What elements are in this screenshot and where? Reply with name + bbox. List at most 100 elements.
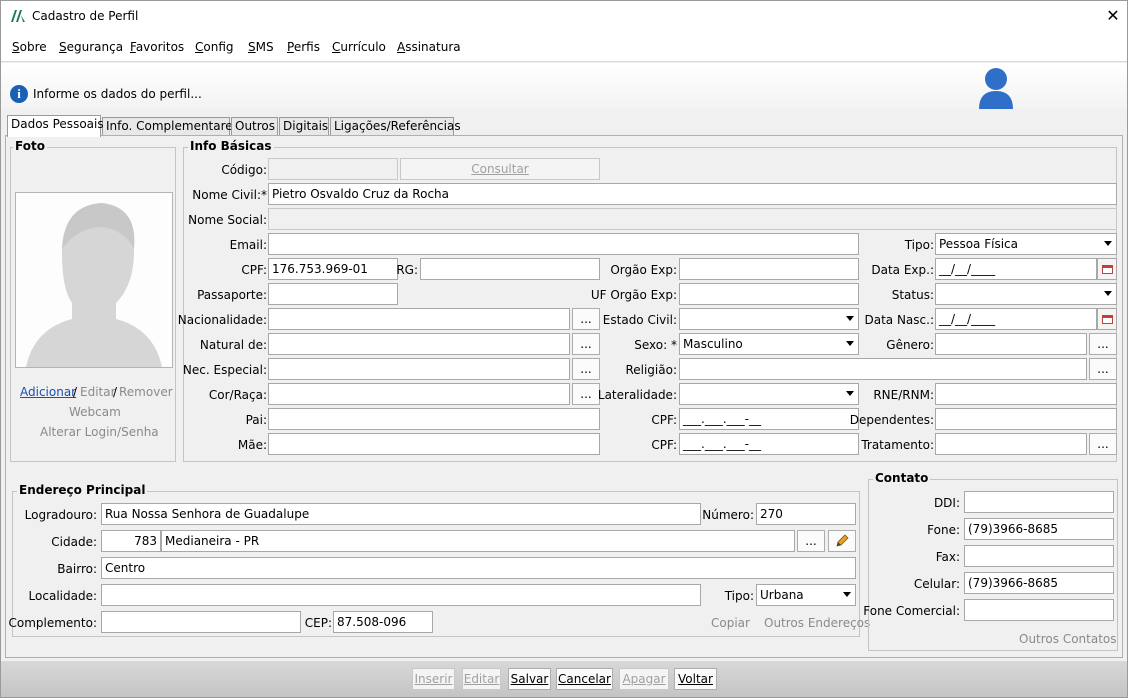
logradouro-input[interactable]: Rua Nossa Senhora de Guadalupe	[101, 503, 701, 525]
cancelar-button[interactable]: Cancelar	[556, 668, 613, 690]
nec-especial-label: Nec. Especial:	[182, 363, 267, 377]
data-exp-label: Data Exp.:	[871, 263, 934, 277]
tab-info-complementares[interactable]: Info. Complementares	[102, 117, 239, 136]
menu-sms[interactable]: SMS	[248, 40, 274, 54]
dependentes-input[interactable]	[935, 408, 1117, 430]
natural-input[interactable]	[268, 333, 570, 355]
genero-input[interactable]	[935, 333, 1087, 355]
cor-raca-label: Cor/Raça:	[208, 388, 267, 402]
editar-button[interactable]: Editar	[462, 668, 501, 690]
mae-input[interactable]	[268, 433, 600, 455]
salvar-label: Salvar	[510, 672, 549, 686]
webcam-link[interactable]: Webcam	[69, 405, 121, 419]
cep-input[interactable]: 87.508-096	[333, 611, 433, 633]
cidade-code-input[interactable]: 783	[101, 530, 161, 552]
endereco-group: Endereço Principal Logradouro: Rua Nossa…	[8, 483, 870, 637]
remover-foto-link[interactable]: Remover	[119, 385, 173, 399]
copiar-link[interactable]: Copiar	[711, 616, 750, 630]
alterar-login-link[interactable]: Alterar Login/Senha	[40, 425, 159, 439]
outros-enderecos-link[interactable]: Outros Endereços	[764, 616, 870, 630]
fone-label: Fone:	[927, 523, 960, 537]
tipo-endereco-select[interactable]: Urbana	[756, 584, 856, 606]
cidade-input[interactable]: Medianeira - PR	[161, 530, 795, 552]
orgao-exp-input[interactable]	[679, 258, 859, 280]
nome-social-input[interactable]	[268, 208, 1117, 230]
nacionalidade-input[interactable]	[268, 308, 570, 330]
genero-lookup-button[interactable]: ...	[1089, 333, 1117, 355]
salvar-button[interactable]: Salvar	[508, 668, 551, 690]
pai-input[interactable]	[268, 408, 600, 430]
cpf-label: CPF:	[241, 263, 267, 277]
natural-lookup-button[interactable]: ...	[572, 333, 600, 355]
cpf-pai-input[interactable]: ___.___.___-__	[679, 408, 859, 430]
estado-civil-select[interactable]	[679, 308, 859, 330]
menu-config[interactable]: Config	[195, 40, 234, 54]
menu-sobre[interactable]: Sobre	[12, 40, 47, 54]
close-icon[interactable]: ✕	[1101, 5, 1125, 27]
cpf-input[interactable]: 176.753.969-01	[268, 258, 398, 280]
rg-label: RG:	[396, 263, 418, 277]
pencil-edit-icon[interactable]	[828, 530, 856, 552]
tratamento-input[interactable]	[935, 433, 1087, 455]
religiao-lookup-button[interactable]: ...	[1089, 358, 1117, 380]
editar-label: Editar	[463, 672, 500, 686]
tipo-pessoa-select[interactable]: Pessoa Física	[935, 233, 1117, 255]
calendar-icon[interactable]	[1097, 258, 1117, 280]
data-nasc-label: Data Nasc.:	[864, 313, 934, 327]
nec-especial-lookup-button[interactable]: ...	[572, 358, 600, 380]
sexo-label: Sexo: *	[634, 338, 677, 352]
data-nasc-input[interactable]: __/__/____	[935, 308, 1097, 330]
menu-bar: Sobre Segurança Favoritos Config SMS Per…	[1, 32, 1127, 62]
cor-raca-lookup-button[interactable]: ...	[572, 383, 600, 405]
rne-input[interactable]	[935, 383, 1117, 405]
profile-photo-placeholder	[15, 192, 173, 368]
chevron-down-icon	[846, 341, 854, 346]
editar-foto-link[interactable]: Editar	[80, 385, 116, 399]
codigo-input[interactable]	[268, 158, 398, 180]
cidade-lookup-button[interactable]: ...	[797, 530, 825, 552]
nacionalidade-lookup-button[interactable]: ...	[572, 308, 600, 330]
rg-input[interactable]	[420, 258, 600, 280]
tab-ligacoes-referencias[interactable]: Ligações/Referências	[330, 117, 461, 136]
menu-assinatura[interactable]: Assinatura	[397, 40, 461, 54]
nec-especial-input[interactable]	[268, 358, 570, 380]
tab-outros[interactable]: Outros	[231, 117, 278, 136]
apagar-button[interactable]: Apagar	[619, 668, 669, 690]
numero-input[interactable]: 270	[756, 503, 856, 525]
menu-perfis[interactable]: Perfis	[287, 40, 320, 54]
data-exp-input[interactable]: __/__/____	[935, 258, 1097, 280]
uf-orgao-input[interactable]	[679, 283, 859, 305]
adicionar-foto-link[interactable]: Adicionar	[20, 385, 76, 399]
localidade-input[interactable]	[101, 584, 701, 606]
religiao-input[interactable]	[679, 358, 1087, 380]
email-input[interactable]	[268, 233, 859, 255]
complemento-input[interactable]	[101, 611, 301, 633]
tab-dados-pessoais[interactable]: Dados Pessoais	[7, 115, 104, 137]
voltar-button[interactable]: Voltar	[674, 668, 717, 690]
consultar-button[interactable]: Consultar	[400, 158, 600, 180]
ddi-input[interactable]	[964, 491, 1114, 513]
menu-seguranca[interactable]: Segurança	[59, 40, 123, 54]
lateralidade-select[interactable]	[679, 383, 859, 405]
outros-contatos-link[interactable]: Outros Contatos	[1019, 632, 1117, 646]
menu-favoritos[interactable]: Favoritos	[130, 40, 184, 54]
fax-input[interactable]	[964, 545, 1114, 567]
consultar-label: Consultar	[471, 162, 529, 176]
passaporte-input[interactable]	[268, 283, 398, 305]
bairro-input[interactable]: Centro	[101, 557, 856, 579]
status-label: Status:	[891, 288, 934, 302]
chevron-down-icon	[1104, 241, 1112, 246]
inserir-button[interactable]: Inserir	[412, 668, 455, 690]
calendar-icon[interactable]	[1097, 308, 1117, 330]
tab-digitais[interactable]: Digitais	[279, 117, 329, 136]
nome-civil-input[interactable]: Pietro Osvaldo Cruz da Rocha	[268, 183, 1117, 205]
fone-input[interactable]: (79)3966-8685	[964, 518, 1114, 540]
cor-raca-input[interactable]	[268, 383, 570, 405]
celular-input[interactable]: (79)3966-8685	[964, 572, 1114, 594]
sexo-select[interactable]: Masculino	[679, 333, 859, 355]
menu-curriculo[interactable]: Currículo	[332, 40, 386, 54]
tratamento-lookup-button[interactable]: ...	[1089, 433, 1117, 455]
cpf-mae-input[interactable]: ___.___.___-__	[679, 433, 859, 455]
fone-comercial-input[interactable]	[964, 599, 1114, 621]
status-select[interactable]	[935, 283, 1117, 305]
